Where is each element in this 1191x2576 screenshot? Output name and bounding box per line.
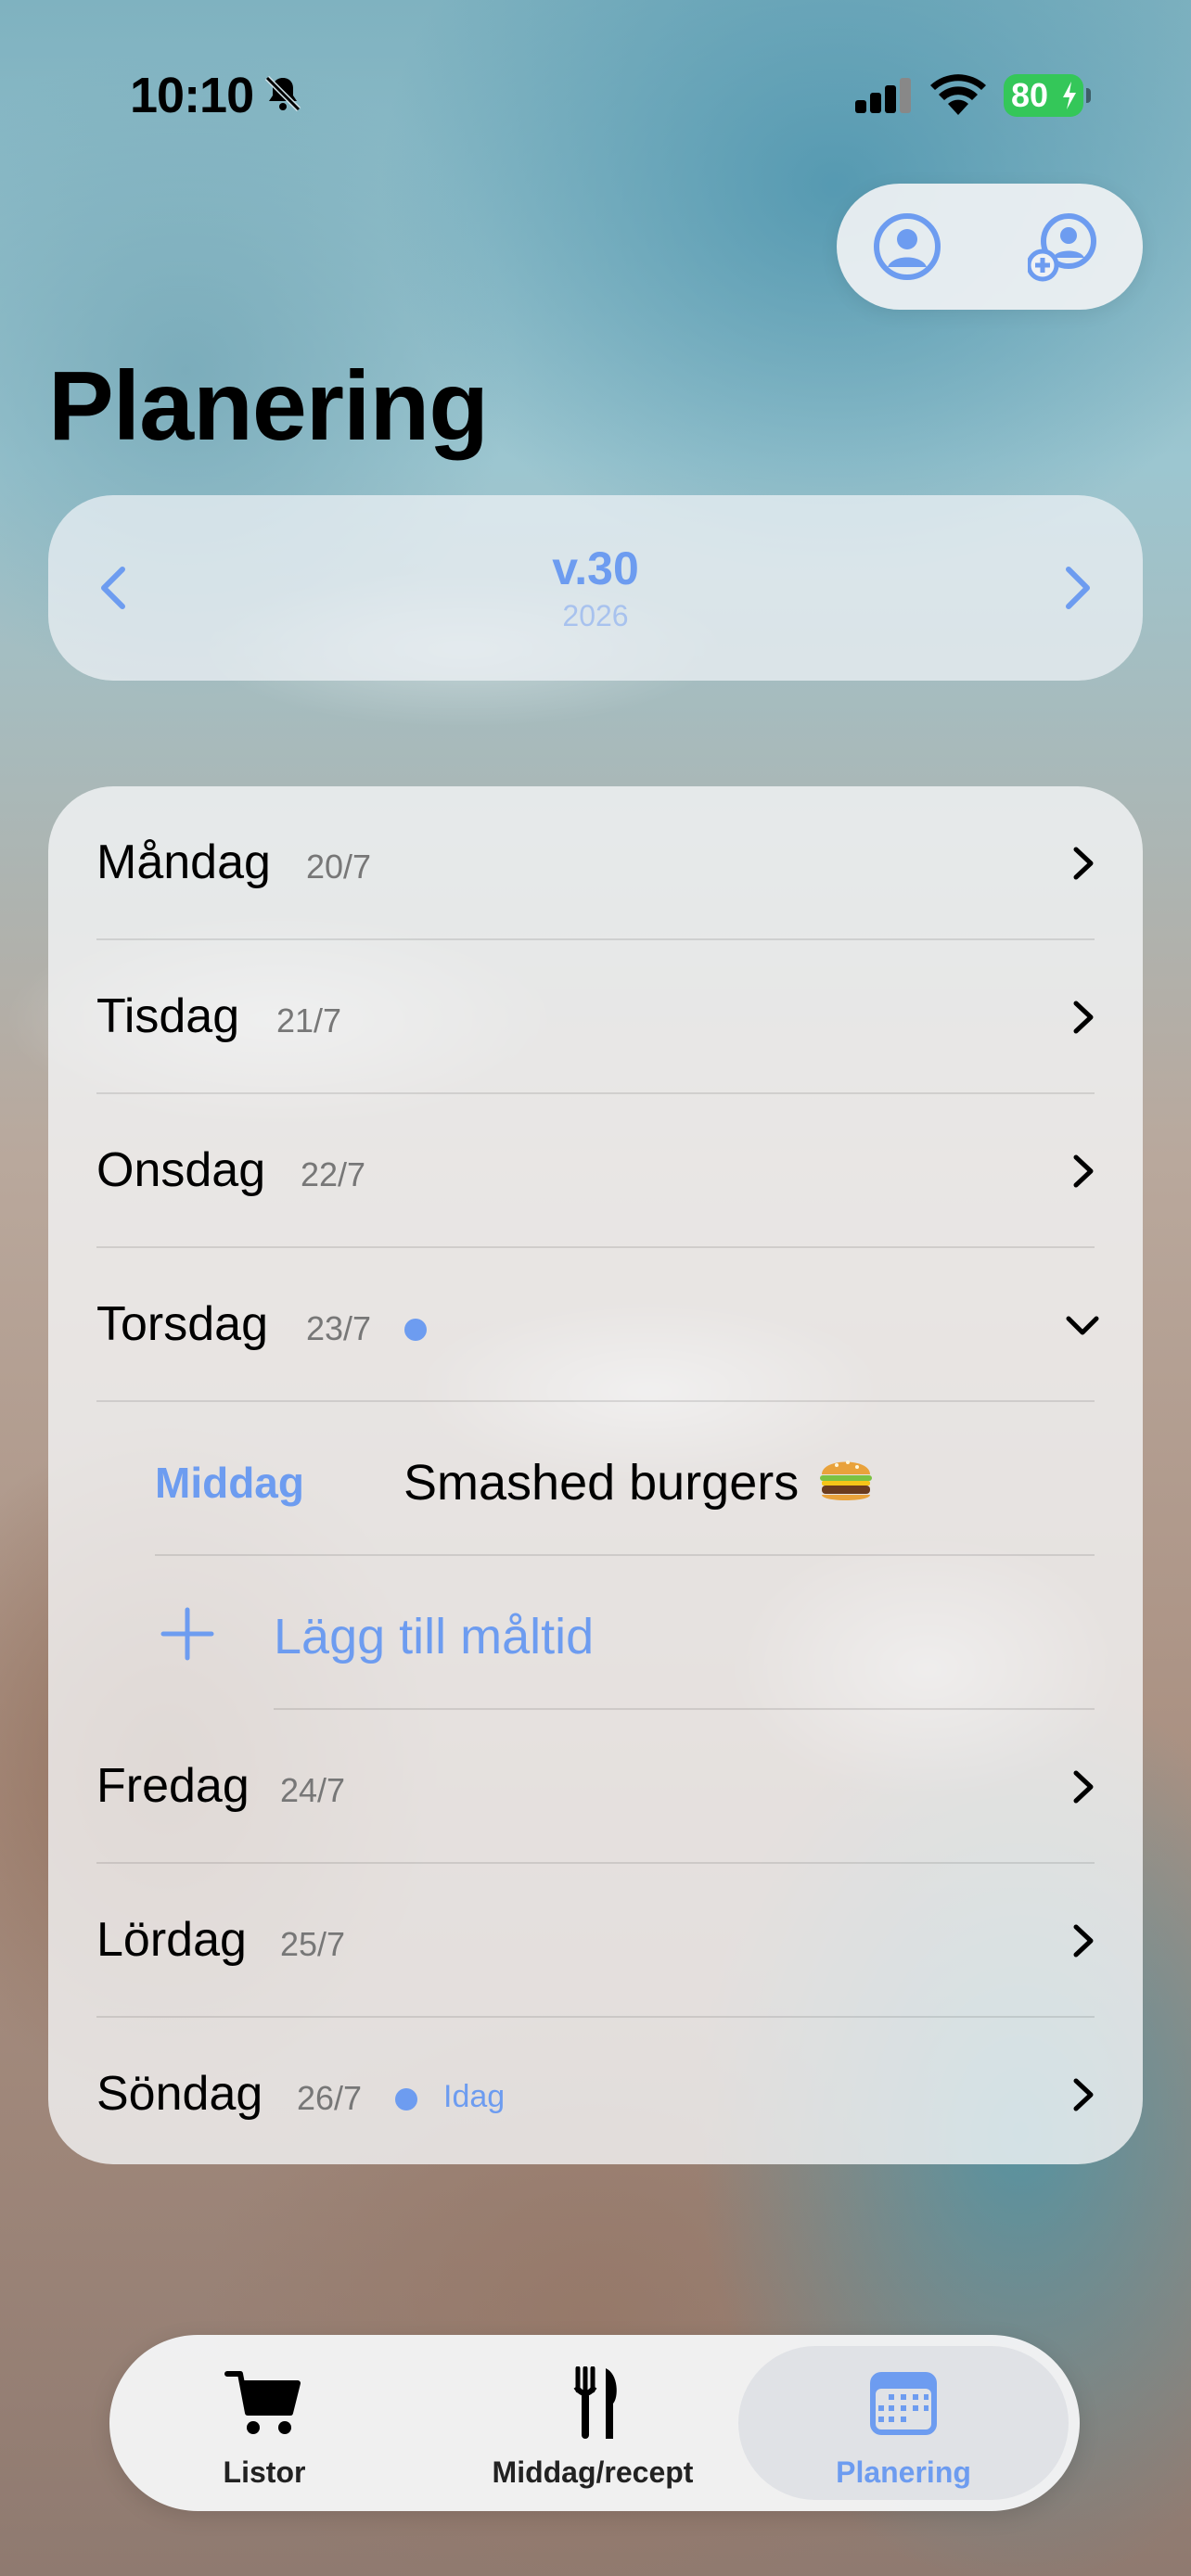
cart-icon — [224, 2371, 301, 2434]
day-row-thursday[interactable]: Torsdag 23/7 — [48, 1248, 1143, 1402]
tab-planering[interactable]: Planering — [738, 2346, 1069, 2500]
day-name: Lördag — [96, 1913, 247, 1967]
chevron-right-icon — [1059, 1148, 1106, 1194]
burger-icon — [820, 1460, 872, 1500]
add-meal-button[interactable]: Lägg till måltid — [48, 1556, 1143, 1710]
day-date: 23/7 — [306, 1309, 372, 1347]
day-name: Fredag — [96, 1759, 250, 1813]
day-date: 20/7 — [306, 848, 372, 886]
chevron-right-icon — [1066, 567, 1090, 609]
week-selector: v.30 2026 — [48, 495, 1143, 681]
profile-actions — [837, 184, 1143, 310]
person-circle-icon — [874, 213, 941, 280]
tab-label: Middag/recept — [492, 2455, 694, 2489]
today-dot — [395, 2088, 417, 2111]
day-name: Söndag — [96, 2067, 263, 2121]
add-member-button[interactable] — [1026, 211, 1098, 282]
meal-row[interactable]: Middag Smashed burgers — [48, 1402, 1143, 1556]
day-name: Måndag — [96, 835, 271, 889]
chevron-right-icon — [1059, 994, 1106, 1040]
day-row-wednesday[interactable]: Onsdag 22/7 — [48, 1094, 1143, 1248]
week-number: v.30 — [552, 542, 639, 594]
day-row-sunday[interactable]: Söndag 26/7 Idag — [48, 2018, 1143, 2164]
day-row-friday[interactable]: Fredag 24/7 — [48, 1710, 1143, 1864]
day-date: 24/7 — [280, 1771, 346, 1809]
day-row-tuesday[interactable]: Tisdag 21/7 — [48, 940, 1143, 1094]
page-title: Planering — [48, 351, 489, 461]
day-row-saturday[interactable]: Lördag 25/7 — [48, 1864, 1143, 2018]
day-date: 22/7 — [301, 1155, 366, 1193]
tab-middag-recept[interactable]: Middag/recept — [449, 2346, 736, 2500]
day-date: 25/7 — [280, 1925, 346, 1963]
bell-slash-icon — [264, 75, 301, 112]
tab-label: Planering — [836, 2455, 971, 2489]
chevron-right-icon — [1059, 1764, 1106, 1810]
meal-name: Smashed burgers — [403, 1455, 800, 1511]
charging-bolt-icon — [1063, 82, 1076, 109]
cellular-signal-icon — [855, 78, 911, 113]
wifi-icon — [930, 74, 986, 115]
calendar-icon — [870, 2372, 937, 2435]
week-year: 2026 — [562, 599, 629, 632]
tab-bar: Listor Middag/recept Planering — [109, 2335, 1080, 2511]
add-meal-label: Lägg till måltid — [274, 1609, 595, 1664]
chevron-right-icon — [1059, 1918, 1106, 1964]
chevron-down-icon — [1059, 1302, 1106, 1348]
person-add-icon — [1026, 213, 1096, 282]
day-date: 21/7 — [276, 1001, 342, 1039]
meal-type: Middag — [155, 1459, 304, 1507]
profile-button[interactable] — [872, 211, 942, 282]
day-name: Tisdag — [96, 989, 240, 1043]
tab-label: Listor — [223, 2455, 306, 2489]
fork-knife-icon — [573, 2366, 617, 2439]
status-time: 10:10 — [130, 68, 254, 123]
day-list: Måndag 20/7 Tisdag 21/7 Onsdag 22/7 Tors… — [48, 786, 1143, 2164]
plus-icon — [160, 1607, 214, 1661]
battery-level: 80 — [1011, 76, 1049, 114]
planned-meal-dot — [404, 1319, 427, 1341]
day-row-monday[interactable]: Måndag 20/7 — [48, 786, 1143, 940]
status-bar: 10:10 80 — [0, 0, 1191, 185]
today-badge: Idag — [443, 2079, 506, 2114]
day-name: Onsdag — [96, 1143, 266, 1197]
chevron-right-icon — [1059, 2072, 1106, 2118]
tab-listor[interactable]: Listor — [121, 2346, 408, 2500]
next-week-button[interactable] — [1046, 558, 1106, 618]
chevron-right-icon — [1059, 840, 1106, 886]
battery-indicator: 80 — [1004, 74, 1091, 117]
day-name: Torsdag — [96, 1297, 268, 1351]
day-date: 26/7 — [297, 2079, 363, 2117]
